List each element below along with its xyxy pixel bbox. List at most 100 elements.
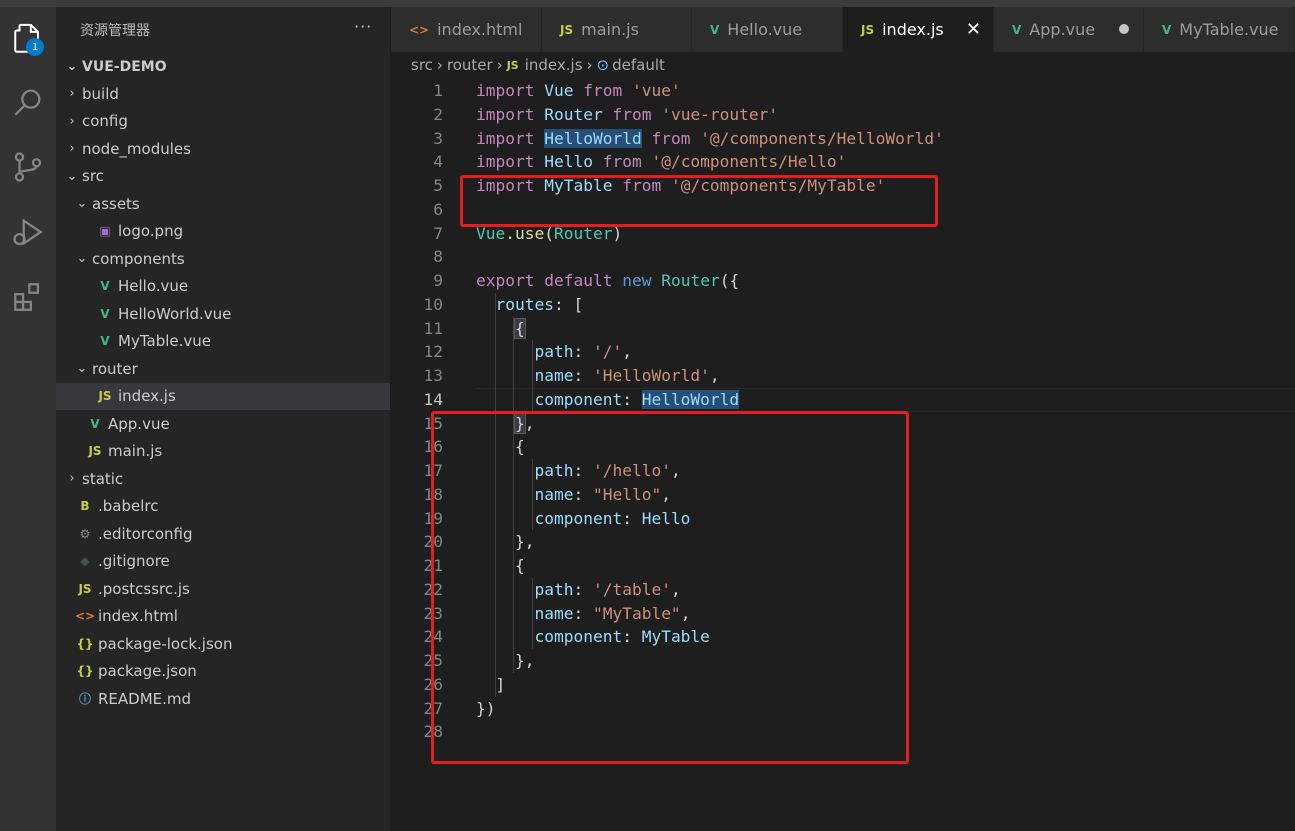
tree-item--babelrc[interactable]: B .babelrc	[56, 493, 390, 520]
activity-bar: 1	[0, 7, 56, 831]
file-type-icon: {}	[76, 636, 94, 651]
line-number: 8	[433, 247, 443, 267]
breadcrumb-router[interactable]: router	[447, 56, 493, 74]
tree-item-label: index.js	[118, 387, 176, 405]
line-source: name: 'HelloWorld',	[534, 366, 720, 385]
tree-item-label: static	[82, 469, 124, 488]
breadcrumb-symbol[interactable]: default	[612, 56, 665, 74]
tree-item-main-js[interactable]: JS main.js	[56, 438, 390, 465]
tree-item-package-json[interactable]: {} package.json	[56, 658, 390, 685]
project-root[interactable]: ⌄ VUE-DEMO	[56, 53, 390, 80]
line-number: 2	[433, 104, 443, 124]
tree-item-hello-vue[interactable]: V Hello.vue	[56, 273, 390, 300]
tree-item-label: config	[82, 112, 128, 130]
tab-label: main.js	[581, 20, 639, 39]
tree-item-static[interactable]: › static	[56, 465, 390, 492]
tab-index-js[interactable]: JS index.js ✕	[843, 7, 994, 52]
tab-main-js[interactable]: JS main.js	[542, 7, 692, 52]
code-line: 4 import Hello from '@/components/Hello'	[391, 150, 1295, 174]
tree-item--gitignore[interactable]: ◆ .gitignore	[56, 548, 390, 575]
breadcrumb-src[interactable]: src	[411, 56, 433, 74]
tree-item-readme-md[interactable]: ⓘ README.md	[56, 685, 390, 712]
tree-item-components[interactable]: ⌄ components	[56, 245, 390, 272]
file-type-icon: JS	[861, 22, 875, 37]
file-type-icon: ⓘ	[78, 692, 91, 706]
tree-item-node-modules[interactable]: › node_modules	[56, 135, 390, 162]
tab-label: index.js	[882, 20, 944, 39]
tree-item-mytable-vue[interactable]: V MyTable.vue	[56, 328, 390, 355]
annotation-box-import	[460, 175, 938, 227]
tree-item-label: src	[82, 167, 104, 185]
tab-mytable-vue[interactable]: V MyTable.vue	[1144, 7, 1295, 52]
tree-item-label: components	[92, 249, 185, 268]
file-type-icon: JS	[88, 444, 102, 458]
sidebar-header: 资源管理器 ···	[56, 7, 390, 53]
line-number: 1	[433, 81, 443, 100]
tree-item-logo-png[interactable]: ▣ logo.png	[56, 218, 390, 245]
tree-item-label: build	[82, 84, 119, 103]
file-type-icon: ⚙	[79, 526, 91, 541]
tree-item-label: .editorconfig	[98, 524, 193, 543]
close-icon[interactable]: ✕	[966, 19, 981, 40]
line-number: 13	[423, 366, 444, 385]
tree-item-label: assets	[92, 194, 140, 213]
tree-item-label: HelloWorld.vue	[118, 304, 232, 323]
title-bar-strip	[0, 0, 1295, 7]
tree-item-package-lock-json[interactable]: {} package-lock.json	[56, 630, 390, 657]
file-type-icon: JS	[560, 22, 574, 37]
chevron-right-icon: ›	[69, 113, 75, 129]
file-type-icon: V	[100, 334, 110, 348]
line-source: component: HelloWorld	[534, 389, 740, 409]
file-type-icon: V	[100, 306, 110, 321]
file-type-icon: V	[710, 22, 720, 37]
chevron-down-icon: ⌄	[76, 196, 88, 211]
more-actions-icon[interactable]: ···	[354, 17, 372, 36]
tree-item-index-js[interactable]: JS index.js	[56, 382, 390, 410]
file-type-icon: <>	[74, 609, 96, 623]
project-label: VUE-DEMO	[82, 58, 167, 75]
source-control-icon[interactable]	[8, 147, 48, 187]
tree-item-label: package.json	[98, 662, 197, 680]
run-debug-icon[interactable]	[8, 212, 48, 252]
tree-item-assets[interactable]: ⌄ assets	[56, 190, 390, 217]
chevron-down-icon: ⌄	[76, 361, 88, 376]
tree-item-build[interactable]: › build	[56, 80, 390, 107]
tab-hello-vue[interactable]: V Hello.vue	[692, 7, 843, 52]
tree-item-label: main.js	[108, 442, 163, 460]
line-source: import Hello from '@/components/Hello'	[476, 152, 847, 172]
line-number: 7	[433, 223, 443, 243]
symbol-icon: ⊙	[596, 56, 610, 74]
tree-item-src[interactable]: ⌄ src	[56, 163, 390, 190]
tree-item--editorconfig[interactable]: ⚙ .editorconfig	[56, 520, 390, 547]
code-line: 3 import HelloWorld from '@/components/He…	[391, 127, 1295, 151]
tree-item-helloworld-vue[interactable]: V HelloWorld.vue	[56, 300, 390, 327]
tree-item-label: .babelrc	[98, 497, 159, 515]
extensions-icon[interactable]	[8, 277, 48, 317]
tree-item-router[interactable]: ⌄ router	[56, 355, 390, 382]
js-file-icon: JS	[506, 58, 519, 72]
tree-item-label: MyTable.vue	[118, 332, 211, 350]
chevron-right-icon: ›	[69, 86, 75, 101]
explorer-sidebar: 资源管理器 ··· ⌄ VUE-DEMO › build › config › node_…	[56, 7, 390, 831]
line-source: export default new Router({	[476, 271, 740, 290]
tab-label: App.vue	[1029, 20, 1096, 39]
chevron-right-icon: ›	[69, 471, 75, 486]
tab-label: index.html	[437, 20, 523, 39]
chevron-down-icon: ⌄	[66, 168, 78, 184]
tree-item-config[interactable]: › config	[56, 108, 390, 135]
search-icon[interactable]	[8, 82, 48, 122]
file-type-icon: <>	[409, 22, 430, 37]
tree-item-app-vue[interactable]: V App.vue	[56, 410, 390, 437]
tree-item--postcssrc-js[interactable]: JS .postcssrc.js	[56, 575, 390, 602]
tree-item-label: index.html	[98, 607, 178, 625]
tree-item-label: .gitignore	[98, 552, 170, 570]
chevron-down-icon: ⌄	[76, 251, 88, 266]
explorer-badge: 1	[26, 38, 44, 56]
tree-item-index-html[interactable]: <> index.html	[56, 603, 390, 630]
tab-index-html[interactable]: <> index.html	[391, 7, 542, 52]
breadcrumb-file[interactable]: index.js	[525, 56, 583, 74]
file-type-icon: ◆	[80, 554, 90, 568]
unsaved-dot-icon[interactable]	[1119, 24, 1129, 34]
tab-app-vue[interactable]: V App.vue	[994, 7, 1144, 52]
line-number: 14	[423, 389, 444, 409]
